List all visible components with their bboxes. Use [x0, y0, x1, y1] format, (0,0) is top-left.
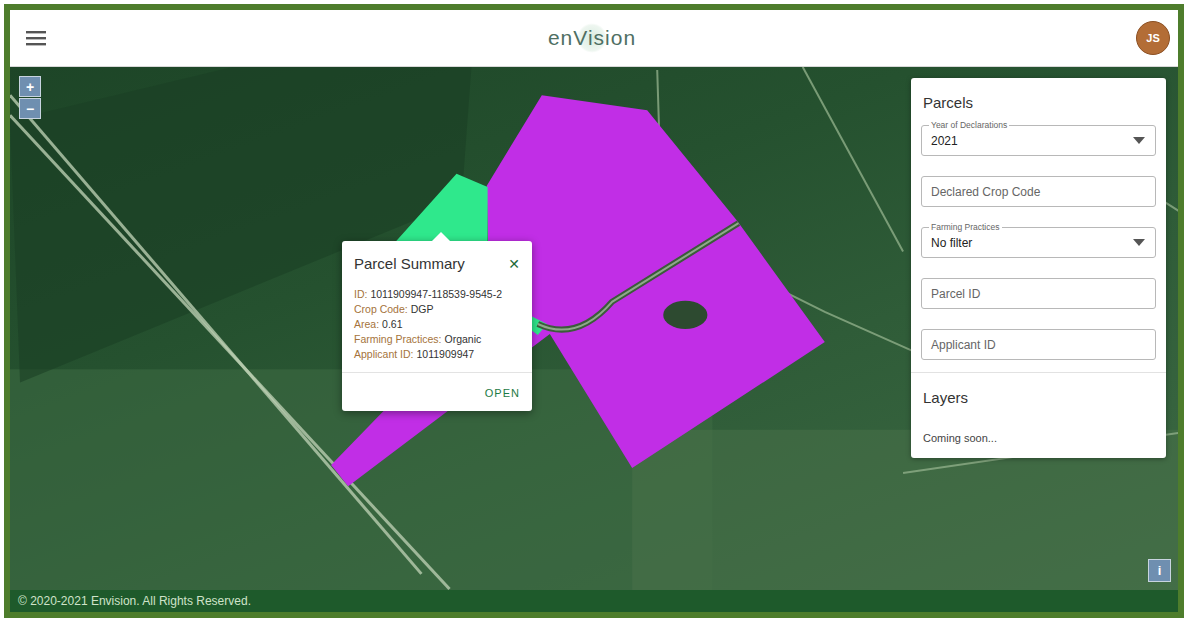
detail-row: Crop Code:DGP — [354, 303, 520, 315]
app-logo[interactable]: enVision — [542, 22, 642, 54]
layers-title: Layers — [923, 389, 1156, 406]
popup-title: Parcel Summary — [354, 255, 465, 272]
zoom-in-button[interactable]: + — [19, 76, 41, 97]
detail-row: Applicant ID:1011909947 — [354, 348, 520, 360]
menu-button[interactable] — [24, 26, 48, 50]
parcel-summary-popup: Parcel Summary ✕ ID:1011909947-118539-9545… — [342, 241, 532, 411]
popup-details: ID:1011909947-118539-9545-2 Crop Code:DGP… — [342, 282, 532, 372]
popup-arrow — [432, 232, 450, 241]
open-button[interactable]: OPEN — [485, 387, 520, 399]
parcels-section: ParcelsYear of Declarations2021Declared … — [911, 78, 1166, 372]
filter-select[interactable]: Farming PracticesNo filter — [921, 227, 1156, 258]
zoom-out-button[interactable]: − — [19, 98, 41, 119]
filter-select[interactable]: Year of Declarations2021 — [921, 125, 1156, 156]
popup-footer: OPEN — [342, 372, 532, 411]
field-label: Farming Practices — [929, 221, 1002, 233]
detail-row: Area:0.61 — [354, 318, 520, 330]
detail-row: Farming Practices:Organic — [354, 333, 520, 345]
logo-text[interactable]: enVision — [548, 26, 636, 49]
field-label: Year of Declarations — [929, 119, 1009, 131]
detail-label: ID: — [354, 288, 367, 300]
field-value[interactable]: No filter — [931, 236, 972, 250]
user-avatar[interactable]: JS — [1136, 21, 1170, 55]
map-view[interactable]: +− Parcel Summary ✕ ID:1011909947-118539-95… — [10, 67, 1178, 590]
detail-value: DGP — [411, 303, 434, 315]
hamburger-icon[interactable] — [26, 30, 46, 46]
zoom-control: +− — [19, 76, 41, 119]
layers-note: Coming soon... — [923, 432, 1156, 444]
footer-bar: © 2020-2021 Envision. All Rights Reserve… — [10, 590, 1178, 612]
field-placeholder[interactable]: Applicant ID — [931, 338, 996, 352]
detail-value: 0.61 — [382, 318, 402, 330]
field-placeholder[interactable]: Parcel ID — [931, 287, 980, 301]
detail-value: Organic — [445, 333, 482, 345]
detail-label: Crop Code: — [354, 303, 408, 315]
detail-label: Area: — [354, 318, 379, 330]
dropdown-arrow-icon[interactable] — [1133, 239, 1145, 246]
filter-input[interactable]: Applicant ID — [921, 329, 1156, 360]
filter-fields: Year of Declarations2021 Declared Crop Co… — [921, 125, 1156, 360]
close-button[interactable]: ✕ — [508, 256, 520, 272]
info-button[interactable]: i — [1148, 559, 1171, 582]
filter-input[interactable]: Parcel ID — [921, 278, 1156, 309]
detail-label: Applicant ID: — [354, 348, 414, 360]
popup-header: Parcel Summary ✕ — [342, 241, 532, 282]
copyright-text: © 2020-2021 Envision. All Rights Reserve… — [18, 594, 251, 608]
detail-value: 1011909947 — [417, 348, 475, 360]
detail-label: Farming Practices: — [354, 333, 442, 345]
field-value[interactable]: 2021 — [931, 134, 958, 148]
parcels-panel: ParcelsYear of Declarations2021Declared … — [911, 78, 1166, 458]
filter-input[interactable]: Declared Crop Code — [921, 176, 1156, 207]
dropdown-arrow-icon[interactable] — [1133, 137, 1145, 144]
app-frame: enVisionJS+−Parcel Summary✕ID:1011909947… — [4, 4, 1184, 618]
layers-section: Layers Coming soon... — [911, 373, 1166, 458]
detail-value: 1011909947-118539-9545-2 — [370, 288, 502, 300]
panel-title: Parcels — [923, 94, 1156, 111]
top-bar: enVision JS — [10, 10, 1178, 67]
parcel-polygon[interactable] — [331, 95, 825, 486]
detail-row: ID:1011909947-118539-9545-2 — [354, 288, 520, 300]
panel-divider — [911, 372, 1166, 373]
field-placeholder[interactable]: Declared Crop Code — [931, 185, 1040, 199]
